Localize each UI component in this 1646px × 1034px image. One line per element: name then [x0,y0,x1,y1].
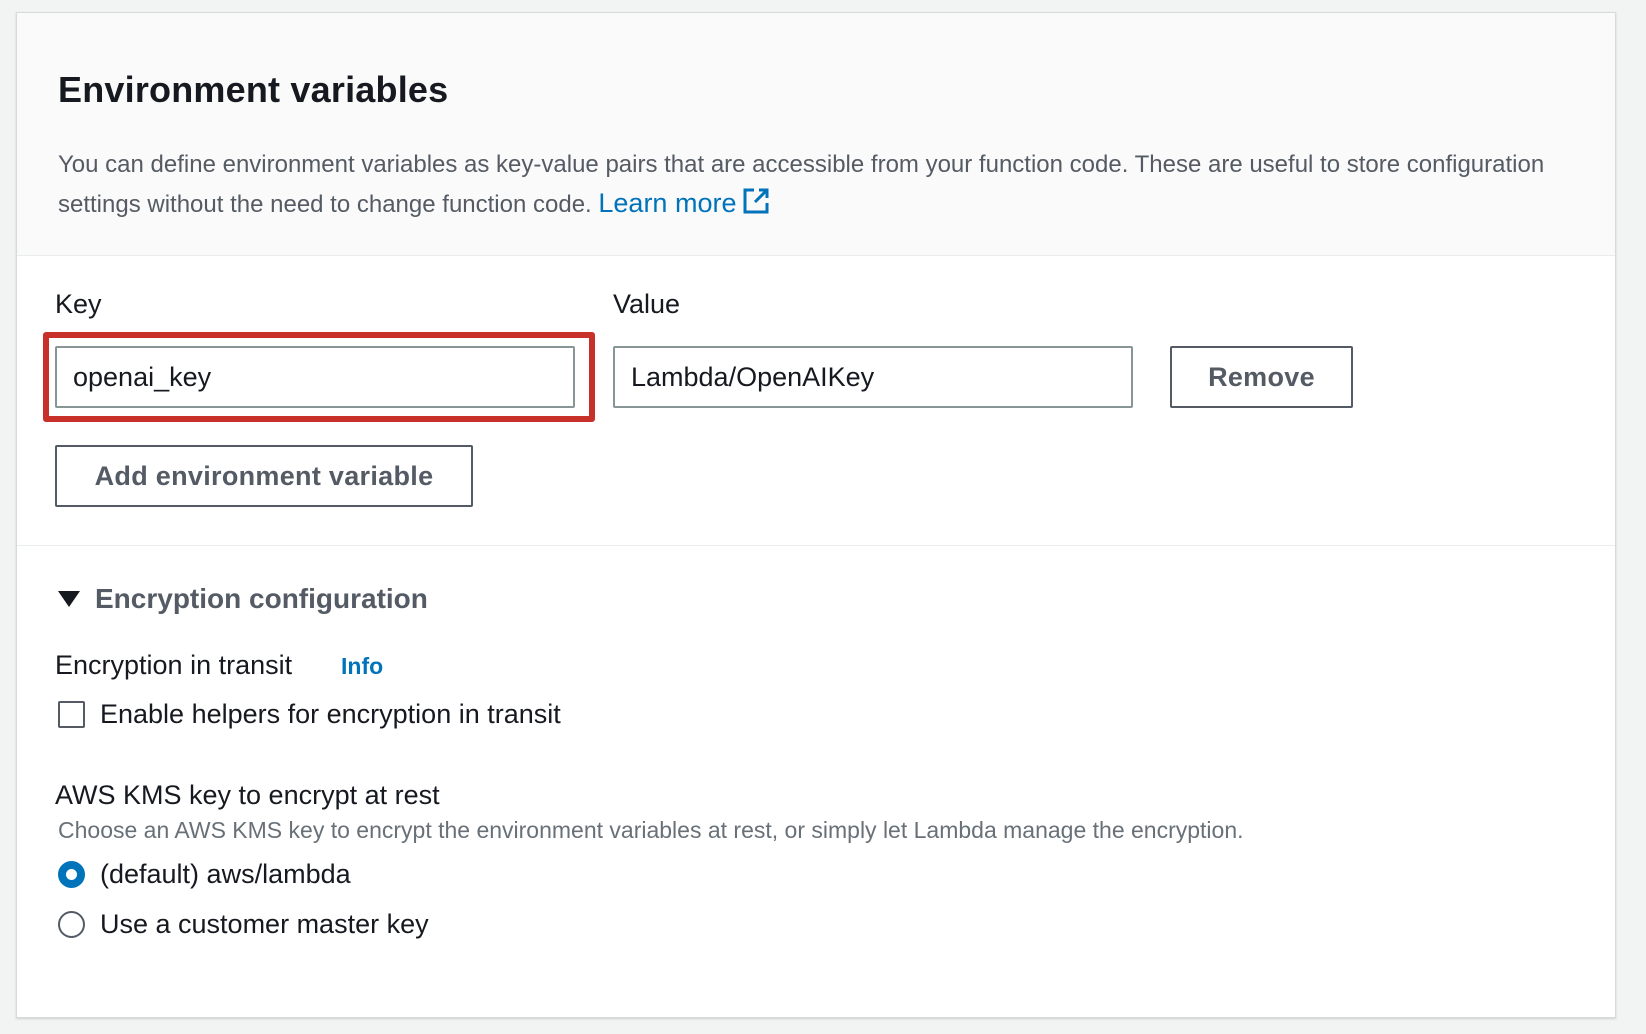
radio-label-default: (default) aws/lambda [100,859,351,889]
remove-button[interactable]: Remove [1170,346,1353,408]
encryption-helpers-label: Enable helpers for encryption in transit [100,699,561,729]
section-divider [17,545,1615,546]
radio-button[interactable] [58,911,85,938]
key-label: Key [55,289,102,319]
encryption-helpers-checkbox[interactable] [58,701,85,728]
key-input[interactable] [55,346,575,408]
kms-key-label: AWS KMS key to encrypt at rest [55,780,440,810]
section-description: You can define environment variables as … [58,145,1588,226]
radio-option-customer-master-key[interactable]: Use a customer master key [58,909,429,940]
learn-more-link[interactable]: Learn more [598,188,770,218]
caret-down-icon [58,591,80,607]
environment-variables-panel: Environment variables You can define env… [16,12,1616,1018]
panel-header: Environment variables You can define env… [17,13,1615,256]
encryption-configuration-expander[interactable]: Encryption configuration [58,583,428,615]
radio-label-customer-master-key: Use a customer master key [100,909,429,939]
page-title: Environment variables [58,69,449,110]
external-link-icon [742,187,770,226]
learn-more-label: Learn more [598,188,737,218]
info-link[interactable]: Info [341,653,383,680]
kms-key-description: Choose an AWS KMS key to encrypt the env… [58,817,1244,843]
radio-option-default-aws-lambda[interactable]: (default) aws/lambda [58,859,351,890]
add-environment-variable-button[interactable]: Add environment variable [55,445,473,507]
encryption-configuration-label: Encryption configuration [95,583,428,614]
value-input[interactable] [613,346,1133,408]
value-label: Value [613,289,681,319]
radio-button-selected[interactable] [58,861,85,888]
encryption-helpers-checkbox-row[interactable]: Enable helpers for encryption in transit [58,699,561,730]
encryption-in-transit-label: Encryption in transit [55,650,293,680]
description-text: You can define environment variables as … [58,151,1545,218]
